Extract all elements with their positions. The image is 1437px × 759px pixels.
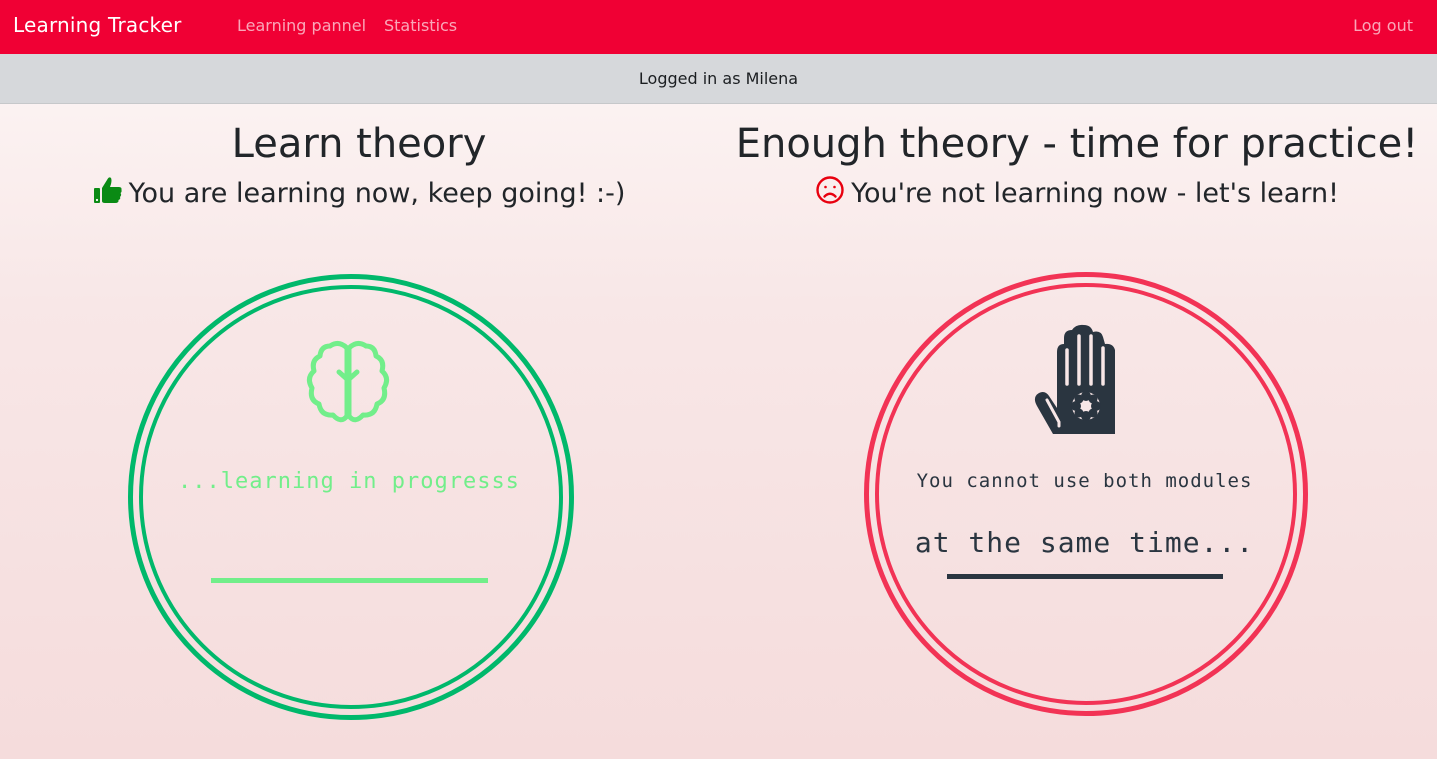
brain-icon bbox=[303, 338, 393, 432]
same-time-text: at the same time... bbox=[914, 526, 1255, 559]
navbar: Learning Tracker Learning pannel Statist… bbox=[0, 0, 1437, 54]
stop-hand-icon bbox=[1031, 322, 1131, 441]
learning-progress-text: ...learning in progresss bbox=[178, 469, 520, 494]
logged-in-text: Logged in as Milena bbox=[638, 69, 799, 88]
practice-status: You're not learning now - let's learn! bbox=[718, 175, 1436, 212]
nav-statistics[interactable]: Statistics bbox=[384, 16, 457, 35]
practice-title: Enough theory - time for practice! bbox=[735, 121, 1419, 167]
theory-status-text: You are learning now, keep going! :-) bbox=[128, 178, 626, 209]
cannot-use-both-text: You cannot use both modules bbox=[916, 470, 1253, 492]
theory-status: You are learning now, keep going! :-) bbox=[0, 175, 718, 212]
practice-underline-bar bbox=[947, 574, 1223, 579]
thumbs-up-icon bbox=[93, 175, 123, 212]
learning-progress-bar bbox=[211, 578, 488, 583]
logged-in-banner: Logged in as Milena bbox=[0, 54, 1437, 104]
sad-face-icon bbox=[815, 175, 845, 212]
practice-column: Enough theory - time for practice! You'r… bbox=[718, 103, 1436, 759]
theory-title: Learn theory bbox=[231, 121, 487, 167]
theory-column: Learn theory You are learning now, keep … bbox=[0, 103, 718, 759]
logout-link[interactable]: Log out bbox=[1353, 16, 1413, 35]
brand-link[interactable]: Learning Tracker bbox=[13, 13, 182, 37]
nav-learning-panel[interactable]: Learning pannel bbox=[237, 16, 366, 35]
practice-status-text: You're not learning now - let's learn! bbox=[851, 178, 1339, 209]
